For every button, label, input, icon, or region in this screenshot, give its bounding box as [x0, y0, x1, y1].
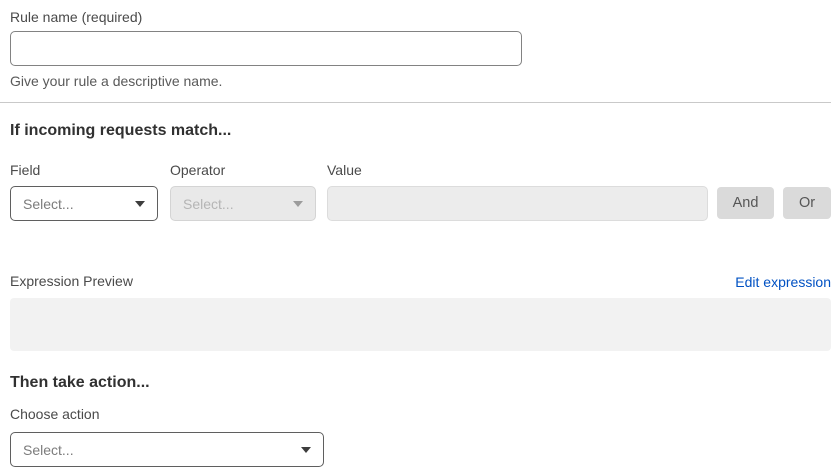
choose-action-label: Choose action	[10, 405, 831, 423]
value-input[interactable]	[327, 186, 708, 221]
operator-label: Operator	[170, 161, 316, 179]
action-section-heading: Then take action...	[10, 372, 831, 393]
condition-row: Field Select... Operator Select... Value…	[10, 161, 831, 221]
choose-action-select[interactable]: Select...	[10, 432, 324, 467]
chevron-down-icon	[135, 201, 145, 207]
expression-preview-header: Expression Preview Edit expression	[10, 272, 831, 290]
value-column: Value	[327, 161, 708, 221]
operator-column: Operator Select...	[170, 161, 316, 221]
chevron-down-icon	[301, 447, 311, 453]
expression-preview-label: Expression Preview	[10, 272, 133, 290]
field-select-value: Select...	[23, 196, 74, 212]
edit-expression-link[interactable]: Edit expression	[735, 274, 831, 290]
operator-select[interactable]: Select...	[170, 186, 316, 221]
rule-name-helper-text: Give your rule a descriptive name.	[10, 72, 831, 90]
rule-builder-form: Rule name (required) Give your rule a de…	[0, 0, 839, 467]
match-section-heading: If incoming requests match...	[10, 120, 831, 141]
or-button[interactable]: Or	[783, 187, 831, 219]
and-button[interactable]: And	[717, 187, 774, 219]
rule-name-input[interactable]	[10, 31, 522, 66]
choose-action-select-value: Select...	[23, 442, 74, 458]
field-select[interactable]: Select...	[10, 186, 158, 221]
operator-select-value: Select...	[183, 196, 234, 212]
value-label: Value	[327, 161, 708, 179]
chevron-down-icon	[293, 201, 303, 207]
field-label: Field	[10, 161, 158, 179]
section-divider	[0, 102, 831, 103]
field-column: Field Select...	[10, 161, 158, 221]
expression-preview-box	[10, 298, 831, 351]
rule-name-label: Rule name (required)	[10, 8, 831, 26]
